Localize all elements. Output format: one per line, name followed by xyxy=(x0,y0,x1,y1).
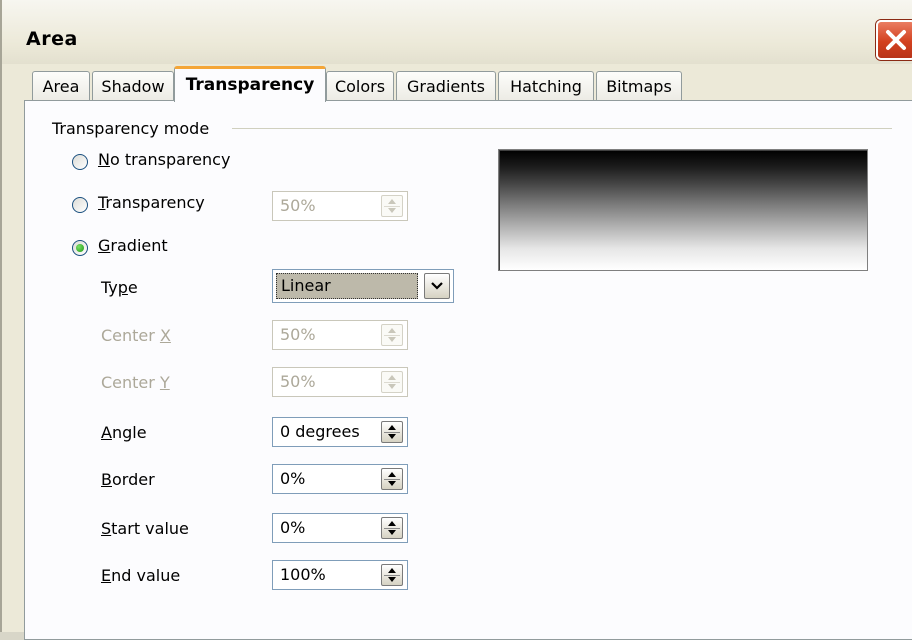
close-button[interactable] xyxy=(876,20,912,60)
spin-buttons[interactable] xyxy=(381,195,403,217)
radio-button[interactable] xyxy=(72,154,88,170)
gradient-preview xyxy=(498,149,868,271)
radio-label: No transparency xyxy=(98,150,231,169)
type-dropdown[interactable]: Linear xyxy=(272,269,454,303)
tab-label: Hatching xyxy=(510,77,582,96)
group-separator xyxy=(232,128,892,129)
transparency-value-field[interactable]: 50% xyxy=(272,191,408,221)
close-icon xyxy=(886,30,906,50)
radio-button[interactable] xyxy=(72,197,88,213)
start-value-field[interactable]: 0% xyxy=(272,513,408,543)
tab-hatching[interactable]: Hatching xyxy=(498,71,594,101)
tab-shadow[interactable]: Shadow xyxy=(92,71,174,101)
tab-label: Gradients xyxy=(407,77,485,96)
spin-buttons[interactable] xyxy=(381,371,403,393)
angle-field[interactable]: 0 degrees xyxy=(272,417,408,447)
radio-label: Transparency xyxy=(98,193,205,212)
angle-label: Angle xyxy=(101,423,147,442)
tab-bitmaps[interactable]: Bitmaps xyxy=(596,71,682,101)
dialog-title: Area xyxy=(26,28,78,50)
start-value-label: Start value xyxy=(101,519,189,538)
chevron-down-icon[interactable] xyxy=(424,273,450,299)
center-y-field[interactable]: 50% xyxy=(272,367,408,397)
radio-label: Gradient xyxy=(98,236,168,255)
border-label: Border xyxy=(101,470,155,489)
spin-buttons[interactable] xyxy=(381,564,403,586)
spin-buttons[interactable] xyxy=(381,468,403,490)
center-y-label: Center Y xyxy=(101,373,170,392)
title-bar[interactable]: Area xyxy=(2,0,912,64)
spin-buttons[interactable] xyxy=(381,421,403,443)
tab-area[interactable]: Area xyxy=(32,71,90,101)
field-value: 0% xyxy=(280,518,306,537)
tab-label: Area xyxy=(42,77,80,96)
field-value: 0% xyxy=(280,469,306,488)
spin-buttons[interactable] xyxy=(381,517,403,539)
field-value: 100% xyxy=(280,565,326,584)
tab-gradients[interactable]: Gradients xyxy=(396,71,496,101)
tab-label: Bitmaps xyxy=(606,77,672,96)
group-label-transparency-mode: Transparency mode xyxy=(52,119,216,138)
type-selected-value: Linear xyxy=(276,273,418,299)
area-dialog: Area Area Shadow Transparency Colors Gra… xyxy=(0,0,912,640)
center-x-label: Center X xyxy=(101,326,171,345)
field-value: 50% xyxy=(280,325,316,344)
end-value-label: End value xyxy=(101,566,181,585)
field-value: 50% xyxy=(280,196,316,215)
tab-label: Shadow xyxy=(101,77,165,96)
radio-button[interactable] xyxy=(72,240,88,256)
type-label: Type xyxy=(101,278,138,297)
tab-label: Transparency xyxy=(185,75,315,95)
center-x-field[interactable]: 50% xyxy=(272,320,408,350)
tab-colors[interactable]: Colors xyxy=(326,71,394,101)
end-value-field[interactable]: 100% xyxy=(272,560,408,590)
tab-label: Colors xyxy=(334,77,386,96)
field-value: 50% xyxy=(280,372,316,391)
spin-buttons[interactable] xyxy=(381,324,403,346)
tab-transparency[interactable]: Transparency xyxy=(174,66,326,102)
border-field[interactable]: 0% xyxy=(272,464,408,494)
field-value: 0 degrees xyxy=(280,422,360,441)
